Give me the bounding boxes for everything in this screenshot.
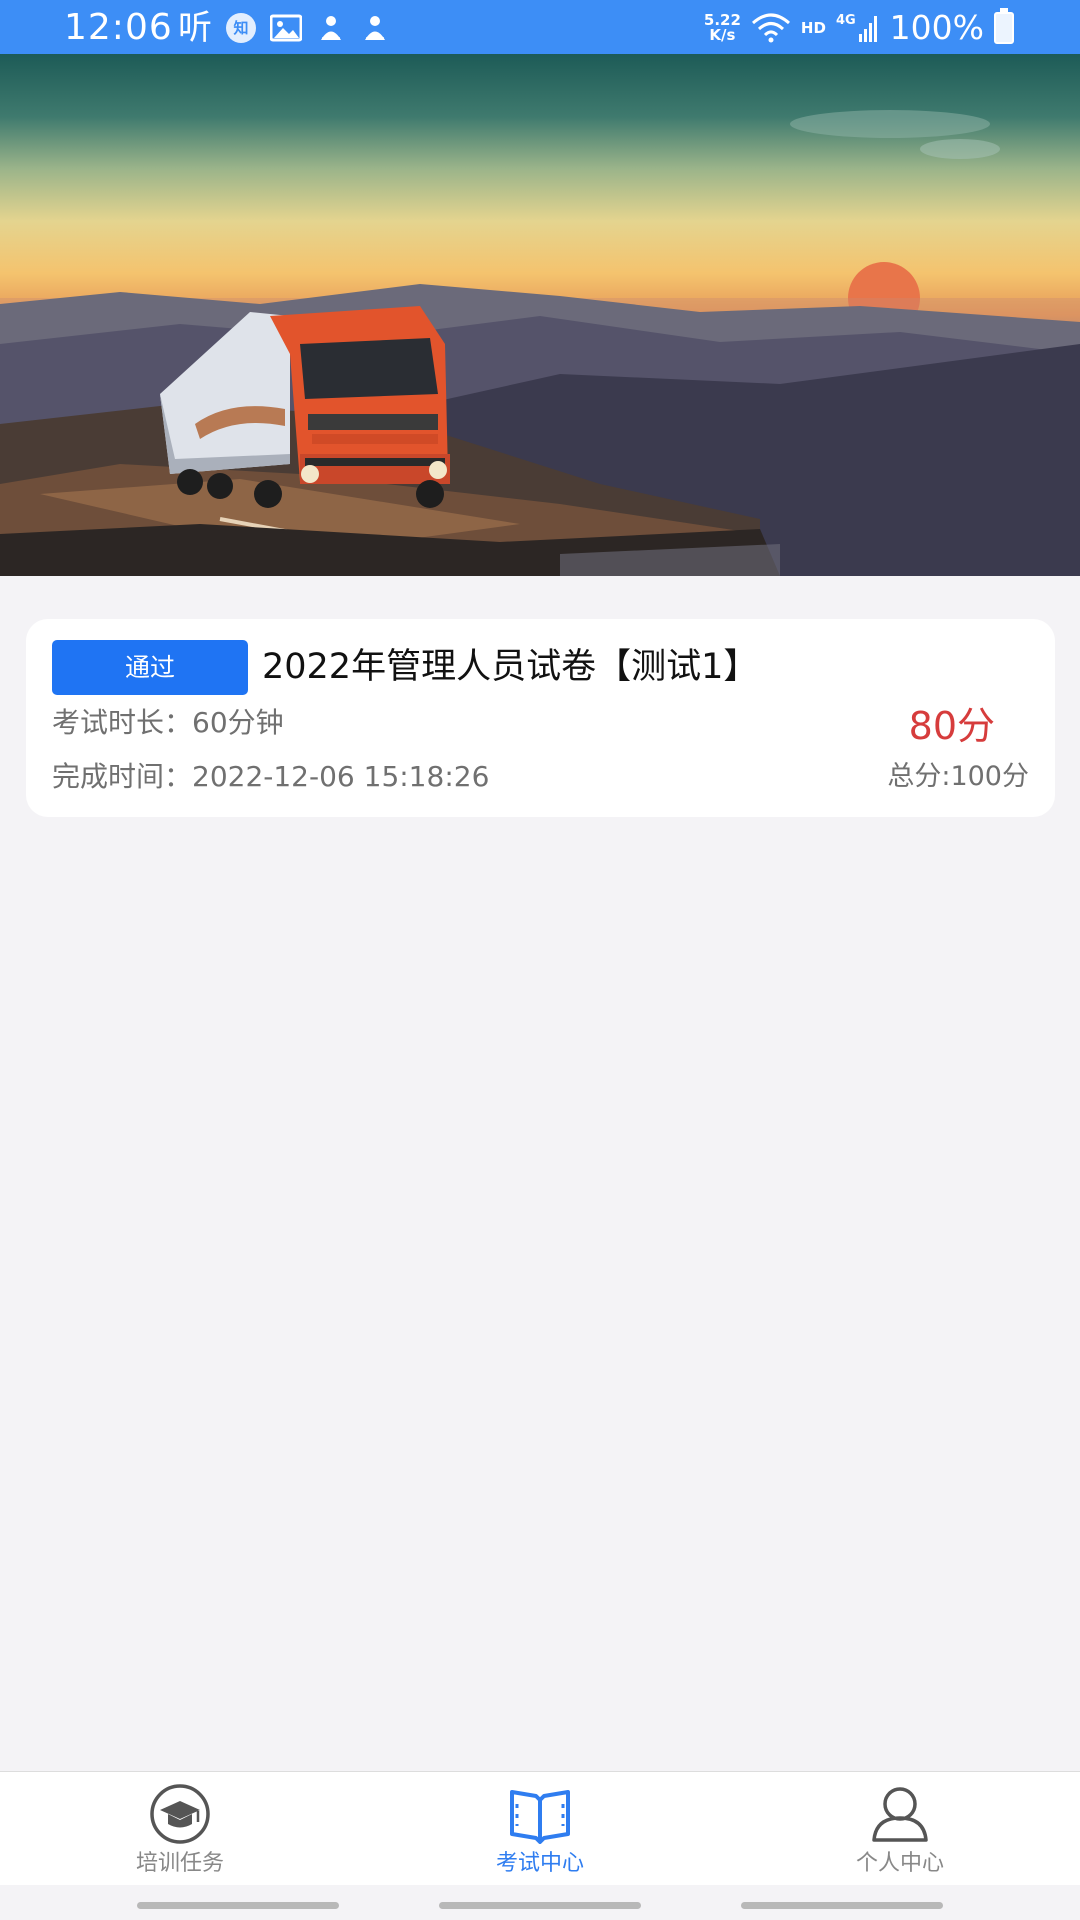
- ting-app-icon: 听: [178, 8, 212, 48]
- battery-charging-icon: [994, 8, 1014, 44]
- exam-total-score: 总分:100分: [887, 761, 1029, 792]
- status-system-icons: 5.22 K/s HD 4G 100%: [704, 6, 1014, 50]
- nav-gesture-handle[interactable]: [439, 1902, 641, 1909]
- tab-personal-center-label: 个人中心: [855, 1851, 944, 1876]
- bottom-tab-bar: 培训任务 考试中心 个人中心: [0, 1771, 1080, 1885]
- truck-sunset-banner-image: [0, 110, 1080, 576]
- nav-gesture-handle[interactable]: [741, 1902, 943, 1909]
- network-speed: 5.22 K/s: [703, 11, 741, 44]
- person-icon: [872, 1787, 928, 1842]
- notification-icon: [365, 16, 385, 40]
- battery-percentage: 100%: [889, 8, 984, 47]
- wifi-icon: [751, 13, 790, 43]
- signal-icon: 4G: [836, 14, 880, 42]
- status-badge: 通过: [52, 640, 248, 695]
- exam-finish-time: 完成时间：2022-12-06 15:18:26: [52, 760, 490, 793]
- banner-image: [0, 54, 1080, 576]
- zhihu-app-icon: 知: [226, 13, 256, 43]
- status-time: 12:06: [64, 7, 173, 48]
- exam-record-card[interactable]: 通过 2022年管理人员试卷【测试1】 考试时长：60分钟 完成时间：2022-…: [26, 619, 1055, 817]
- exam-duration: 考试时长：60分钟: [52, 706, 284, 739]
- exam-score: 80分: [908, 704, 995, 748]
- tab-exam-center-label: 考试中心: [495, 1851, 584, 1876]
- notification-icon: [321, 16, 341, 40]
- graduation-cap-icon: [150, 1784, 210, 1844]
- nav-gesture-handle[interactable]: [137, 1902, 339, 1909]
- tab-personal-center[interactable]: 个人中心: [780, 1772, 1020, 1886]
- tab-training-tasks[interactable]: 培训任务: [60, 1772, 300, 1886]
- exam-title: 2022年管理人员试卷【测试1】: [262, 647, 759, 687]
- system-navigation-bar: [0, 1885, 1080, 1920]
- hd-indicator: HD: [800, 19, 826, 37]
- tab-exam-center[interactable]: 考试中心: [420, 1772, 660, 1886]
- open-book-icon: [510, 1790, 570, 1844]
- image-icon: [270, 14, 302, 42]
- status-notification-icons: 听 知: [178, 8, 390, 48]
- tab-training-tasks-label: 培训任务: [135, 1851, 224, 1876]
- status-bar: 12:06 听 知 5.22 K/s HD 4G 100%: [0, 0, 1080, 54]
